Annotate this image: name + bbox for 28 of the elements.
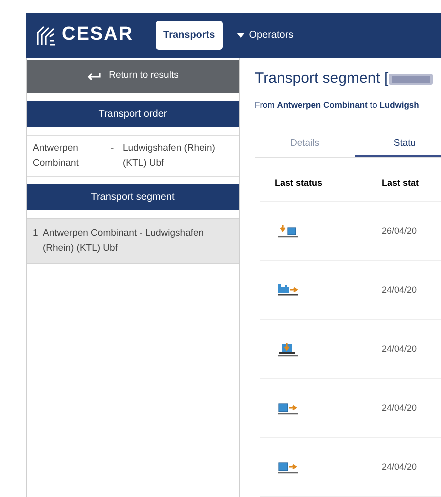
logo-icon — [36, 24, 56, 46]
blurred-id-icon — [388, 72, 433, 86]
date-cell-text: 24/04/20 — [381, 402, 418, 414]
page-title: Transport segment [ — [255, 69, 389, 89]
logo-text: CESAR — [62, 23, 134, 48]
back-button[interactable]: Return to results — [27, 60, 239, 93]
nav-link[interactable]: Transports — [156, 21, 224, 50]
date-cell-text: 24/04/20 — [381, 460, 418, 474]
column-header: Last stat — [381, 177, 420, 190]
container-arrow-icon — [277, 400, 299, 416]
segment-item[interactable]: 1 Antwerpen Combinant - Ludwigshafen (Rhein) (KTL) Ubf — [27, 218, 239, 264]
nav-dropdown[interactable]: Operators — [235, 21, 296, 50]
unload-icon — [277, 224, 299, 239]
section-heading: Transport order — [27, 101, 239, 127]
separator-text: - — [111, 142, 116, 156]
route-text: From Antwerpen Combinant to Ludwigsh — [255, 98, 420, 112]
tab[interactable]: Statu — [355, 133, 441, 158]
wagon-load-icon — [277, 342, 299, 357]
return-icon — [87, 72, 102, 82]
train-icon — [277, 282, 299, 298]
destination-text: Ludwigshafen (Rhein) (KTL) Ubf — [123, 142, 216, 171]
container-arrow-icon — [277, 460, 299, 475]
origin-text: Antwerpen Combinant — [33, 142, 80, 171]
date-cell-text: 24/04/20 — [381, 342, 418, 356]
date-cell-text: 24/04/20 — [381, 284, 418, 296]
date-cell-text: 26/04/20 — [381, 224, 418, 238]
column-header: Last status — [274, 177, 324, 190]
section-heading: Transport segment — [27, 184, 239, 210]
